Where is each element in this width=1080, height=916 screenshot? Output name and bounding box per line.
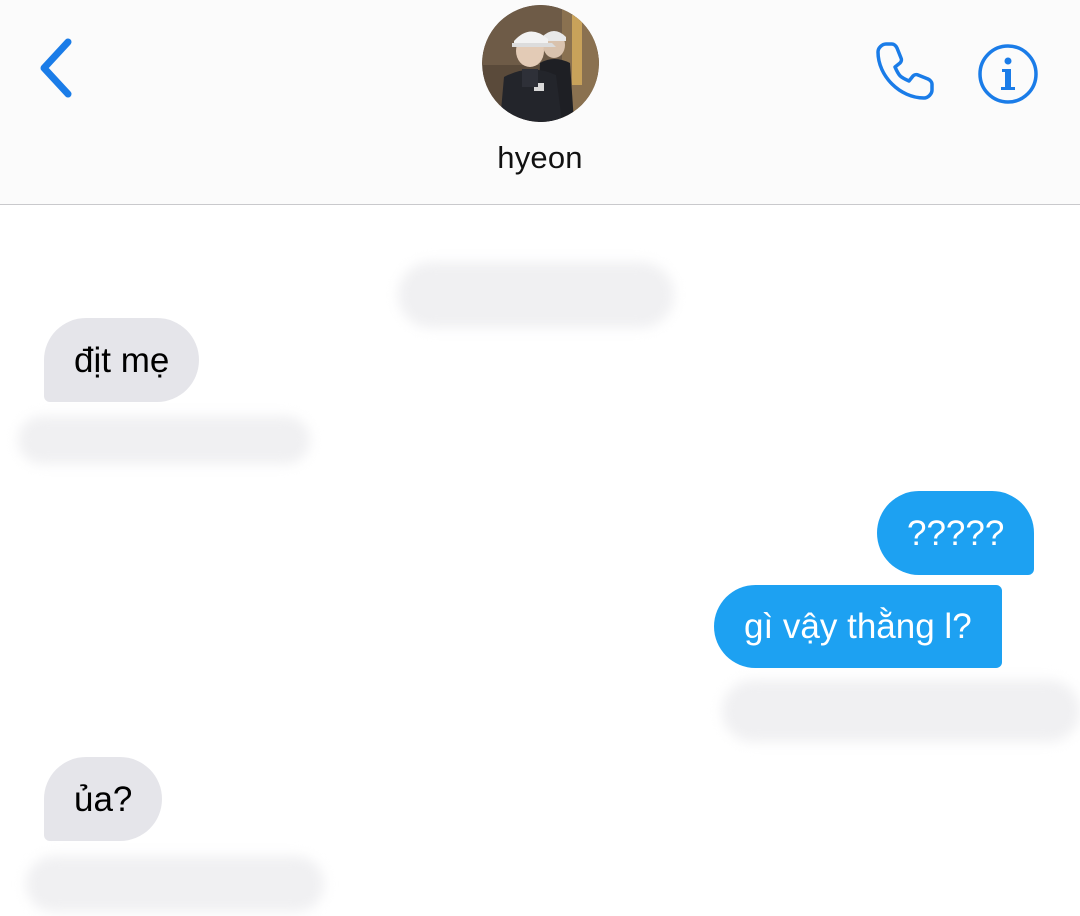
contact-name[interactable]: hyeon bbox=[0, 140, 1080, 176]
redacted-status bbox=[722, 680, 1080, 742]
message-bubble-incoming[interactable]: ủa? bbox=[44, 757, 163, 841]
redacted-status bbox=[26, 856, 324, 912]
message-bubble-incoming[interactable]: địt mẹ bbox=[44, 318, 200, 402]
info-button[interactable] bbox=[976, 42, 1040, 106]
redacted-status bbox=[18, 416, 310, 464]
message-text: gì vậy thằng l? bbox=[744, 607, 972, 646]
chat-screen: hyeon địt mẹ ????? gì vậy thằng l? ủa? bbox=[0, 0, 1080, 916]
message-text: ????? bbox=[907, 513, 1005, 553]
message-bubble-outgoing[interactable]: gì vậy thằng l? bbox=[714, 585, 1002, 668]
chat-header: hyeon bbox=[0, 0, 1080, 205]
redacted-timestamp bbox=[398, 262, 674, 328]
info-circle-icon bbox=[978, 44, 1038, 104]
message-text: ủa? bbox=[74, 779, 133, 819]
call-button[interactable] bbox=[872, 38, 938, 104]
message-text: địt mẹ bbox=[74, 340, 170, 380]
contact-avatar[interactable] bbox=[482, 5, 599, 122]
chevron-left-icon bbox=[40, 38, 72, 98]
message-bubble-outgoing[interactable]: ????? bbox=[877, 491, 1035, 575]
phone-icon bbox=[876, 42, 934, 100]
back-button[interactable] bbox=[34, 36, 78, 100]
